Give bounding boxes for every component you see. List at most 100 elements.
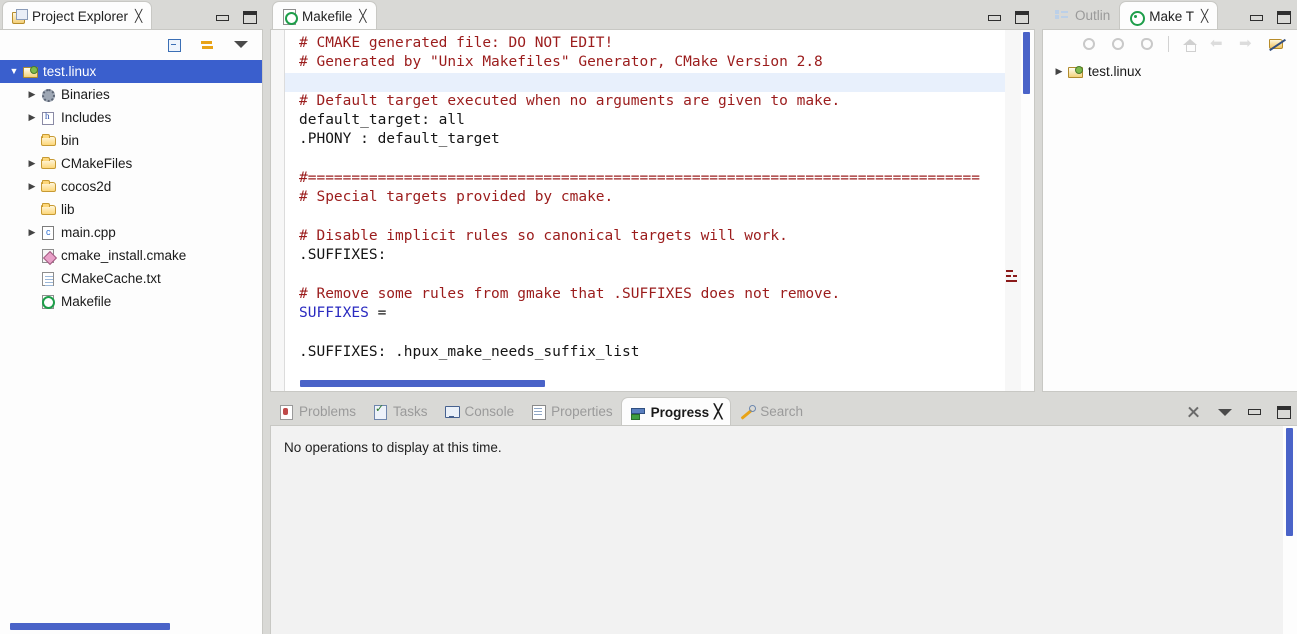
code-token-comment: # Disable implicit rules so canonical ta… (299, 227, 788, 244)
editor-overview-ruler[interactable] (1005, 30, 1021, 391)
tasks-icon (372, 402, 388, 420)
code-token-plain: .PHONY : default_target (299, 131, 500, 148)
make-targets-toolbar: ⬅ ➡ (1043, 30, 1297, 58)
view-menu-icon[interactable] (1218, 408, 1232, 416)
code-line[interactable]: .SUFFIXES: (299, 246, 1005, 265)
tab-tasks[interactable]: Tasks (364, 397, 436, 426)
tab-outlin[interactable]: Outlin (1046, 1, 1119, 30)
tree-item[interactable]: ▶ CMakeFiles (0, 152, 262, 175)
tree-item[interactable]: Makefile (0, 290, 262, 313)
tree-item[interactable]: ▼ test.linux (0, 60, 262, 83)
tab-search[interactable]: Search (731, 397, 811, 426)
minimize-icon[interactable] (216, 14, 229, 21)
expand-arrow-icon[interactable]: ▶ (24, 113, 40, 122)
tree-item-label: CMakeFiles (61, 156, 133, 171)
code-line[interactable] (285, 72, 1005, 92)
expand-arrow-icon[interactable]: ▼ (6, 67, 22, 76)
tab-console[interactable]: Console (436, 397, 523, 426)
edit-make-target-icon[interactable] (1110, 36, 1127, 52)
close-icon[interactable]: ╳ (714, 404, 722, 420)
editor-text-area[interactable]: # CMAKE generated file: DO NOT EDIT! # Ge… (285, 30, 1005, 391)
project-explorer-view: Project Explorer ╳ ▼ test.linux ▶ Binaries ▶… (0, 0, 263, 634)
close-icon[interactable]: ╳ (359, 9, 366, 23)
minimize-icon[interactable] (988, 14, 1001, 21)
code-line[interactable]: # Remove some rules from gmake that .SUF… (299, 285, 1005, 304)
tree-item-label: cocos2d (61, 179, 112, 194)
scrollbar-thumb[interactable] (1023, 32, 1030, 94)
close-icon[interactable]: ╳ (1201, 9, 1208, 23)
code-line[interactable]: .PHONY : default_target (299, 130, 1005, 149)
maximize-icon[interactable] (1277, 405, 1291, 419)
project-explorer-hscrollbar[interactable] (0, 620, 262, 634)
tab-project-explorer[interactable]: Project Explorer ╳ (2, 1, 153, 30)
back-icon[interactable]: ⬅ (1210, 36, 1227, 52)
tree-item[interactable]: CMakeCache.txt (0, 267, 262, 290)
tree-item[interactable]: ▶ main.cpp (0, 221, 262, 244)
code-line[interactable]: # CMAKE generated file: DO NOT EDIT! (299, 34, 1005, 53)
code-line[interactable]: # Special targets provided by cmake. (299, 188, 1005, 207)
hide-empty-folders-icon[interactable] (1268, 36, 1285, 52)
collapse-all-icon[interactable] (165, 37, 181, 52)
code-line[interactable] (299, 150, 1005, 169)
home-icon[interactable] (1181, 36, 1198, 52)
maximize-icon[interactable] (243, 11, 257, 24)
tab-properties[interactable]: Properties (522, 397, 621, 426)
build-make-target-icon[interactable] (1139, 36, 1156, 52)
code-token-plain: .SUFFIXES: (299, 247, 387, 264)
make-targets-view: Outlin Make T ╳ ⬅ ➡ ▶ test.linux (1042, 0, 1297, 392)
code-line[interactable]: #=======================================… (299, 169, 1005, 188)
code-line[interactable]: # Generated by "Unix Makefiles" Generato… (299, 53, 1005, 72)
folder-icon (40, 156, 57, 172)
maximize-icon[interactable] (1277, 11, 1291, 24)
expand-arrow-icon[interactable]: ▶ (1051, 67, 1067, 76)
code-token-plain: = (368, 305, 387, 322)
progress-vscrollbar[interactable] (1283, 426, 1297, 634)
code-line[interactable]: .SUFFIXES: .hpux_make_needs_suffix_list (299, 343, 1005, 362)
minimize-icon[interactable] (1248, 409, 1261, 415)
bottom-panel-tabbar: Problems Tasks Console Properties Progress╳ S… (270, 396, 1297, 426)
tree-item[interactable]: ▶ Binaries (0, 83, 262, 106)
add-make-target-icon[interactable] (1081, 36, 1098, 52)
tab-problems[interactable]: Problems (270, 397, 364, 426)
editor-annotation-ruler[interactable] (271, 30, 285, 391)
tree-item[interactable]: bin (0, 129, 262, 152)
code-line[interactable]: # Disable implicit rules so canonical ta… (299, 227, 1005, 246)
tree-item[interactable]: cmake_install.cmake (0, 244, 262, 267)
expand-arrow-icon[interactable]: ▶ (24, 90, 40, 99)
tab-label: Make T (1149, 8, 1195, 24)
tree-item-label: test.linux (43, 64, 97, 79)
editor-vscrollbar[interactable] (1021, 30, 1034, 391)
view-menu-icon[interactable] (234, 40, 248, 48)
makefile-icon (281, 8, 298, 25)
editor-hscrollbar[interactable] (286, 380, 1004, 389)
project-explorer-window-controls (216, 11, 257, 24)
expand-arrow-icon[interactable]: ▶ (24, 182, 40, 191)
code-line[interactable] (299, 208, 1005, 227)
code-line[interactable]: SUFFIXES = (299, 304, 1005, 323)
link-with-editor-icon[interactable] (199, 37, 216, 52)
tab-progress[interactable]: Progress ╳ (620, 397, 732, 426)
tab-make-t[interactable]: Make T ╳ (1119, 1, 1219, 30)
tab-makefile[interactable]: Makefile ╳ (272, 1, 377, 30)
code-line[interactable] (299, 266, 1005, 285)
scrollbar-thumb[interactable] (10, 623, 170, 630)
expand-arrow-icon[interactable]: ▶ (24, 228, 40, 237)
scrollbar-thumb[interactable] (1286, 428, 1293, 536)
code-line[interactable] (299, 323, 1005, 342)
kill-all-jobs-icon[interactable] (1185, 404, 1202, 420)
scrollbar-thumb[interactable] (300, 380, 545, 387)
tree-item[interactable]: ▶ Includes (0, 106, 262, 129)
forward-icon[interactable]: ➡ (1239, 36, 1256, 52)
expand-arrow-icon[interactable]: ▶ (24, 159, 40, 168)
folder-icon (40, 202, 57, 218)
code-line[interactable]: # Default target executed when no argume… (299, 92, 1005, 111)
make-target-item[interactable]: ▶ test.linux (1043, 60, 1297, 83)
tree-item[interactable]: lib (0, 198, 262, 221)
code-line[interactable]: default_target: all (299, 111, 1005, 130)
code-token-comment: # Remove some rules from gmake that .SUF… (299, 285, 841, 302)
tree-item[interactable]: ▶ cocos2d (0, 175, 262, 198)
minimize-icon[interactable] (1250, 14, 1263, 21)
make-targets-body: ⬅ ➡ ▶ test.linux (1042, 29, 1297, 392)
maximize-icon[interactable] (1015, 11, 1029, 24)
close-icon[interactable]: ╳ (135, 9, 142, 23)
